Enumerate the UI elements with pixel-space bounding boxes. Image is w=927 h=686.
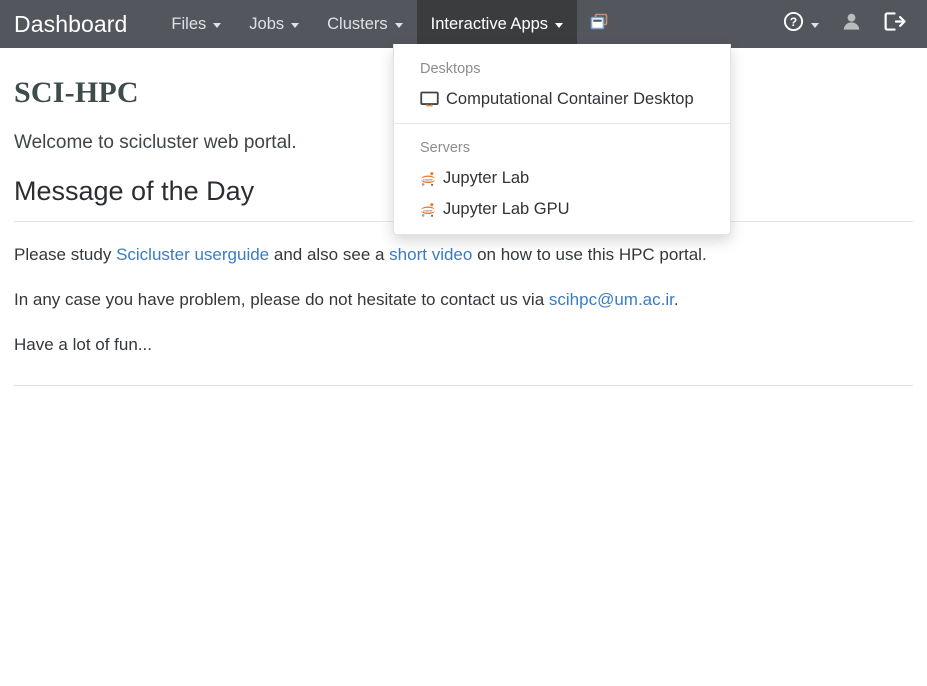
chevron-down-icon <box>811 22 819 28</box>
secondary-nav: ? <box>772 0 927 48</box>
nav-item-label: Interactive Apps <box>430 14 549 33</box>
interactive-apps-dropdown-menu: Desktops Computational Container Desktop… <box>393 44 731 235</box>
nav-item-clusters[interactable]: Clusters <box>313 0 417 48</box>
chevron-down-icon <box>555 22 564 28</box>
chevron-down-icon <box>394 22 403 28</box>
user-menu-button[interactable] <box>830 0 873 48</box>
footer-divider <box>14 384 913 386</box>
support-email-link[interactable]: scihpc@um.ac.ir <box>549 290 674 309</box>
dropdown-item-computational-container-desktop[interactable]: Computational Container Desktop <box>394 84 730 115</box>
text-fragment: and also see a <box>269 245 390 264</box>
chevron-down-icon <box>213 22 222 28</box>
motd-paragraph-3: Have a lot of fun... <box>14 334 152 354</box>
dropdown-item-label: Computational Container Desktop <box>446 90 694 108</box>
dropdown-header-desktops: Desktops <box>420 61 481 77</box>
dropdown-item-label: Jupyter Lab GPU <box>443 200 570 218</box>
nav-item-label: Jobs <box>249 14 285 33</box>
dropdown-header-servers: Servers <box>420 140 470 156</box>
user-icon <box>841 11 862 37</box>
primary-nav: Files Jobs Clusters Interactive Apps <box>157 0 621 48</box>
clone-windows-icon <box>589 12 609 37</box>
chevron-down-icon <box>291 22 300 28</box>
jupyter-icon: jupyter <box>420 171 436 187</box>
scicluster-userguide-link[interactable]: Scicluster userguide <box>116 245 269 264</box>
motd-paragraph-1: Please study Scicluster userguide and al… <box>14 244 913 267</box>
text-fragment: Please study <box>14 245 117 264</box>
help-menu-button[interactable]: ? <box>772 0 830 48</box>
svg-text:jupyter: jupyter <box>422 177 432 181</box>
svg-text:?: ? <box>790 15 797 29</box>
text-fragment: on how to use this HPC portal. <box>472 245 707 264</box>
nav-item-files[interactable]: Files <box>157 0 235 48</box>
help-circle-icon: ? <box>783 11 804 37</box>
nav-item-interactive-apps[interactable]: Interactive Apps <box>416 0 578 48</box>
text-fragment: In any case you have problem, please do … <box>14 289 549 309</box>
text-fragment: . <box>673 289 679 309</box>
logout-icon <box>884 11 906 37</box>
short-video-link[interactable]: short video <box>389 245 472 264</box>
motd-paragraph-2: In any case you have problem, please do … <box>14 289 913 312</box>
brand-dashboard-link[interactable]: Dashboard <box>0 0 141 48</box>
nav-item-label: Clusters <box>327 14 388 33</box>
monitor-icon <box>420 90 439 109</box>
jupyter-icon: jupyter <box>420 202 436 218</box>
top-navbar: Dashboard Files Jobs Clusters Interactiv… <box>0 0 927 235</box>
dropdown-item-jupyter-lab-gpu[interactable]: jupyter Jupyter Lab GPU <box>394 194 730 225</box>
nav-item-label: Files <box>171 14 207 33</box>
nav-item-jobs[interactable]: Jobs <box>235 0 313 48</box>
dropdown-divider <box>394 123 730 124</box>
dropdown-item-label: Jupyter Lab <box>443 169 530 187</box>
svg-text:jupyter: jupyter <box>422 208 432 212</box>
dropdown-item-jupyter-lab[interactable]: jupyter Jupyter Lab <box>394 163 730 194</box>
logout-button[interactable] <box>873 0 917 48</box>
clone-windows-icon-button[interactable] <box>577 0 621 48</box>
